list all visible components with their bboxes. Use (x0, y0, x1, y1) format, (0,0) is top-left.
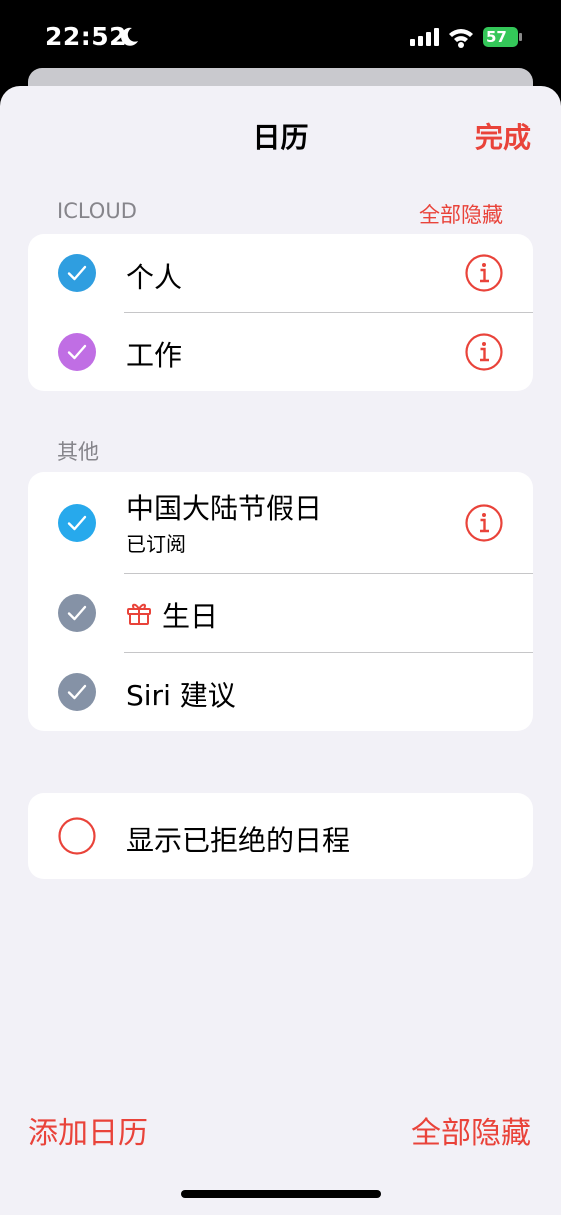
wifi-icon (449, 29, 473, 48)
calendar-label: Siri 建议 (126, 679, 236, 712)
battery-percent: 57 (486, 28, 507, 46)
calendar-row-holidays[interactable]: 中国大陆节假日 已订阅 (28, 472, 533, 573)
hide-all-button[interactable]: 全部隐藏 (411, 1108, 531, 1152)
calendar-row-work[interactable]: 工作 (28, 313, 533, 391)
calendar-label: 工作 (126, 339, 183, 372)
declined-events-label: 显示已拒绝的日程 (126, 824, 351, 857)
declined-events-group: 显示已拒绝的日程 (28, 793, 533, 879)
done-button[interactable]: 完成 (475, 116, 531, 156)
calendar-label: 中国大陆节假日 (126, 492, 323, 525)
subscribed-label: 已订阅 (126, 532, 186, 556)
section-label-other: 其他 (57, 440, 99, 464)
moon-icon (121, 27, 138, 46)
home-indicator[interactable] (181, 1190, 381, 1198)
empty-circle-icon[interactable] (58, 817, 96, 855)
checkmark-icon[interactable] (58, 673, 96, 711)
status-time: 22:52 (45, 22, 128, 51)
show-declined-events-row[interactable]: 显示已拒绝的日程 (28, 793, 533, 879)
info-icon[interactable] (465, 333, 503, 371)
calendar-row-personal[interactable]: 个人 (28, 234, 533, 312)
checkmark-icon[interactable] (58, 594, 96, 632)
cellular-signal-icon (410, 28, 439, 46)
calendar-label: 生日 (162, 600, 219, 633)
calendar-row-birthdays[interactable]: 生日 (28, 574, 533, 652)
info-icon[interactable] (465, 254, 503, 292)
info-icon[interactable] (465, 504, 503, 542)
checkmark-icon[interactable] (58, 254, 96, 292)
checkmark-icon[interactable] (58, 504, 96, 542)
icloud-calendar-group: 个人 工作 (28, 234, 533, 391)
hide-all-icloud-button[interactable]: 全部隐藏 (419, 199, 503, 229)
checkmark-icon[interactable] (58, 333, 96, 371)
calendar-row-siri-suggestions[interactable]: Siri 建议 (28, 653, 533, 731)
gift-icon (127, 603, 151, 625)
status-bar: 22:52 57 (0, 0, 561, 75)
add-calendar-button[interactable]: 添加日历 (28, 1108, 148, 1152)
section-label-icloud: ICLOUD (57, 199, 137, 223)
calendar-label: 个人 (126, 261, 183, 294)
calendars-sheet: 日历 完成 ICLOUD 全部隐藏 个人 工作 其他 中国大陆节假日 已订阅 生… (0, 86, 561, 1215)
other-calendar-group: 中国大陆节假日 已订阅 生日 Siri 建议 (28, 472, 533, 731)
battery-indicator: 57 (483, 27, 523, 47)
